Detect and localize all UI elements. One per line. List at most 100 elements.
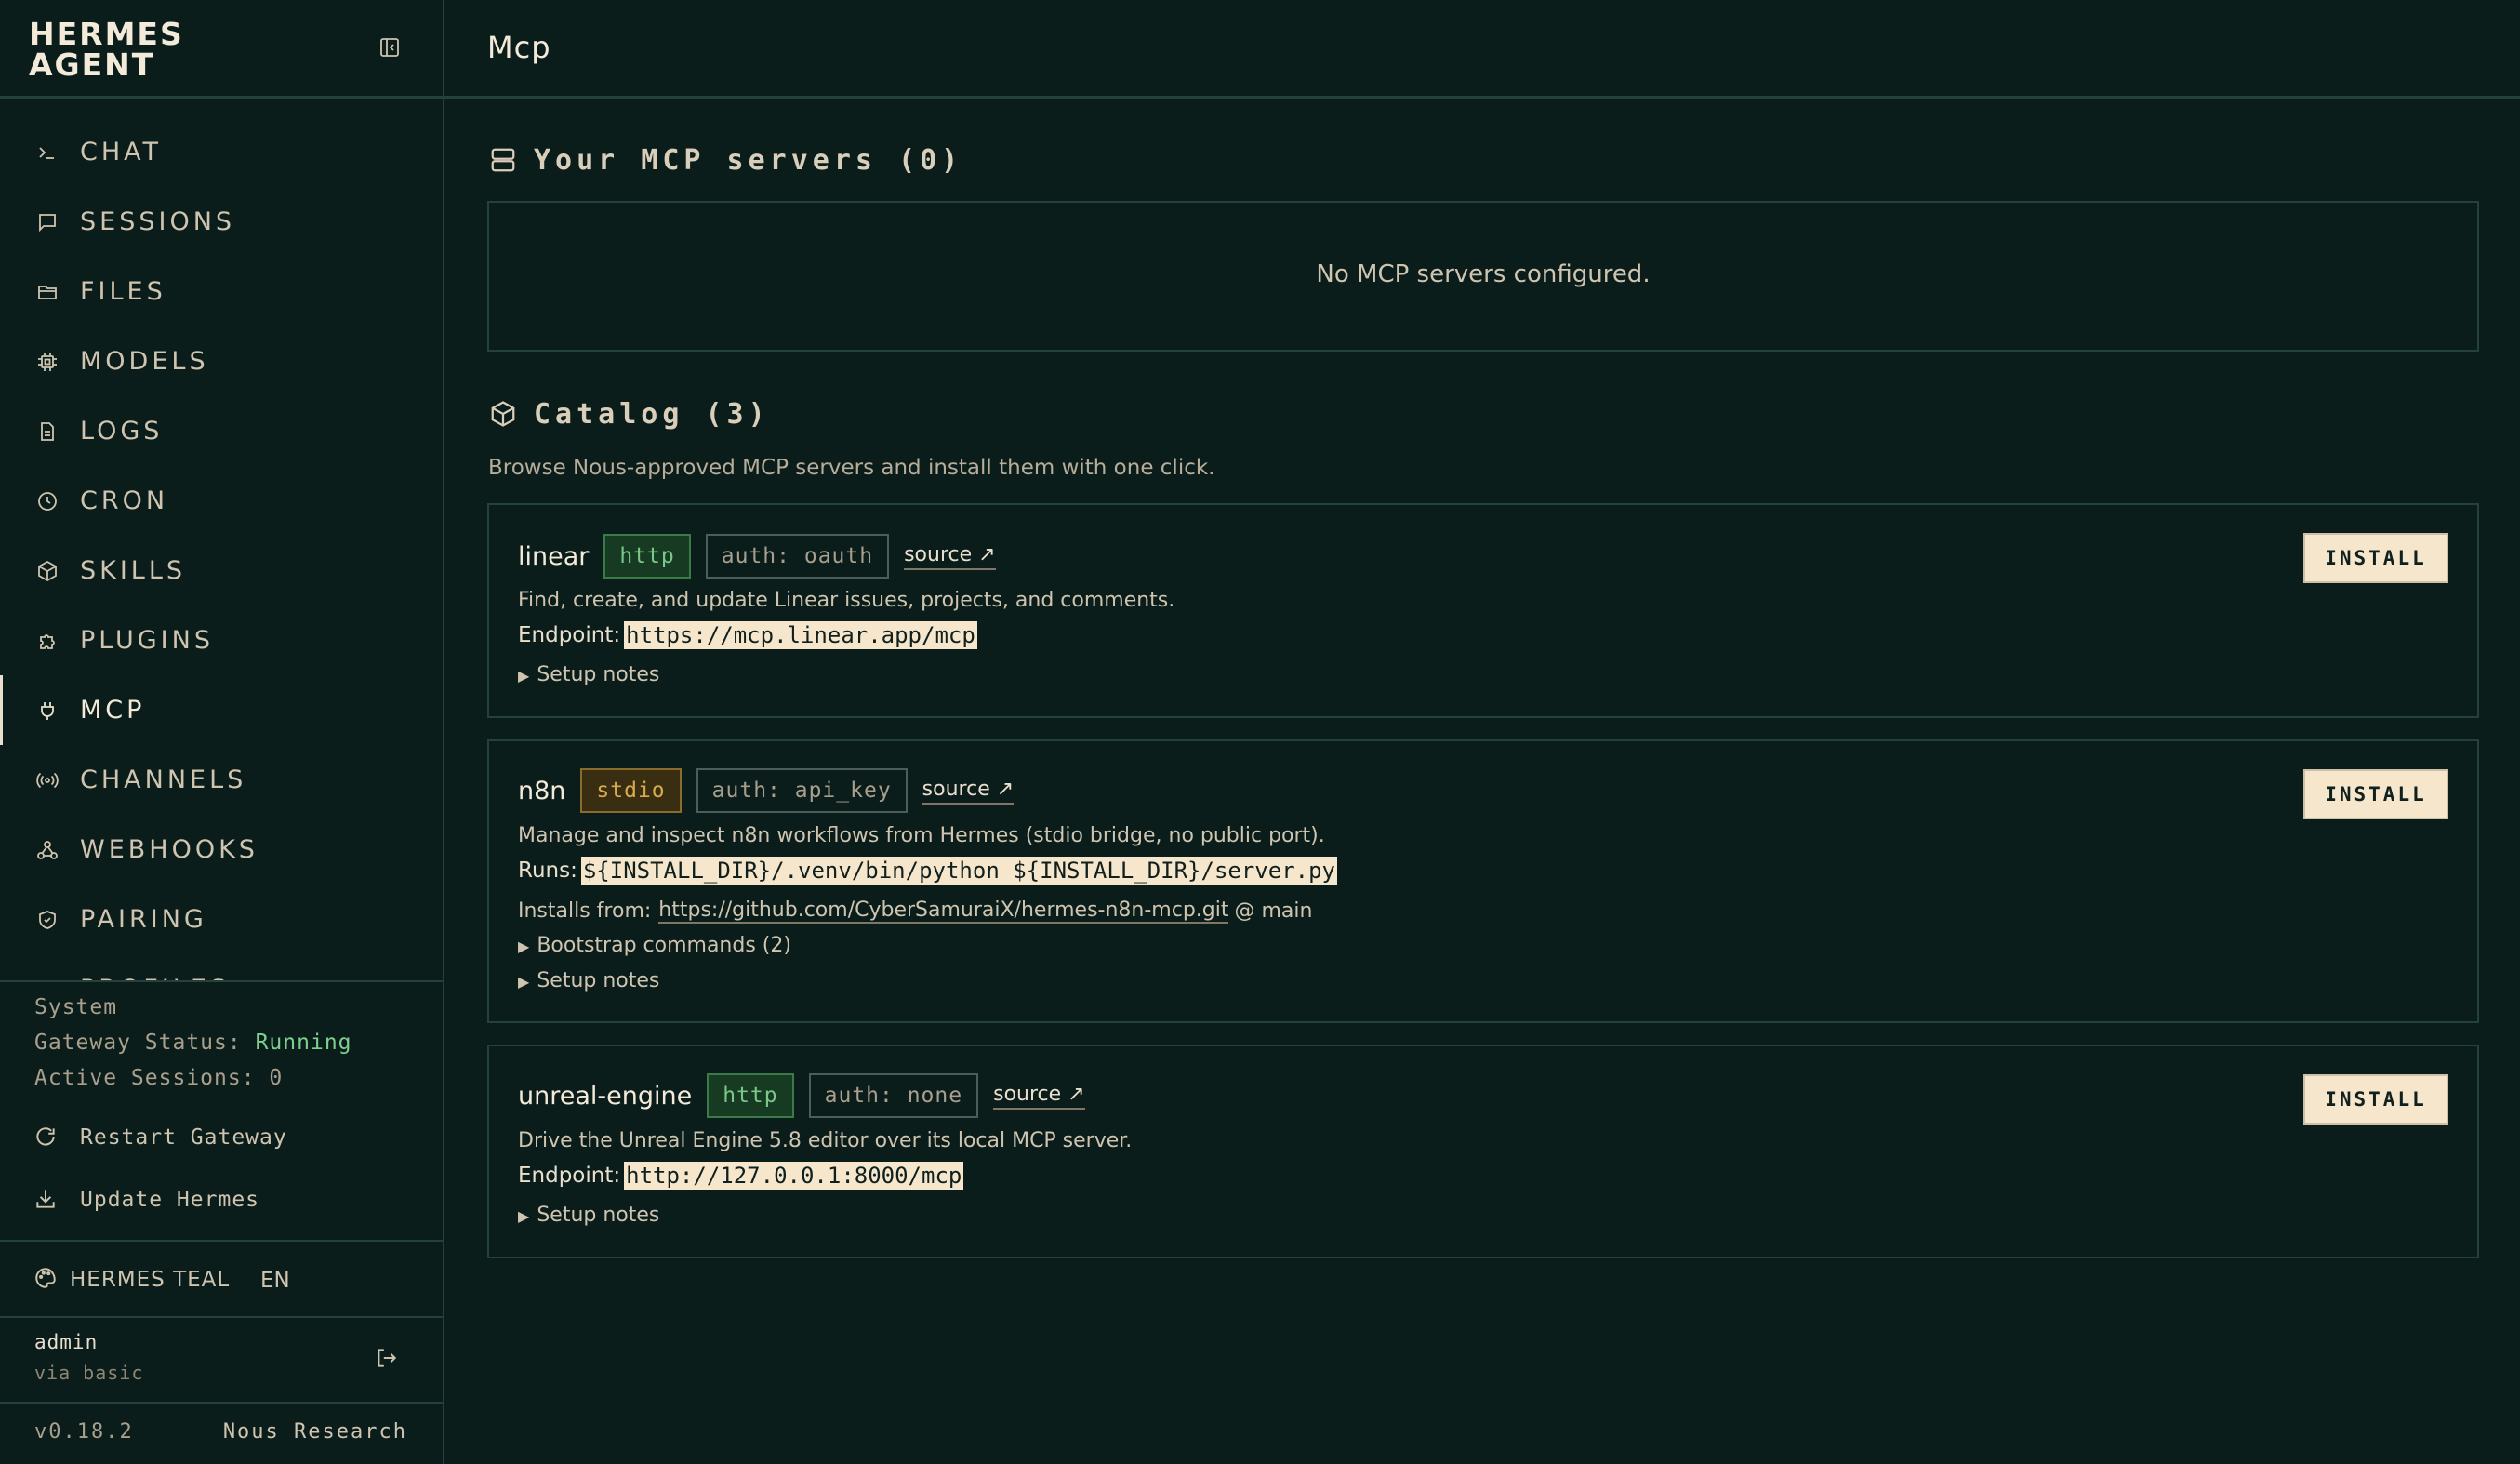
refresh-icon bbox=[33, 1125, 61, 1152]
install-button[interactable]: INSTALL bbox=[2303, 769, 2448, 819]
package-icon bbox=[487, 398, 519, 430]
auth-badge: auth: api_key bbox=[696, 768, 908, 813]
logout-button[interactable] bbox=[374, 1346, 402, 1374]
user-auth-method: via basic bbox=[34, 1362, 144, 1384]
servers-heading: Your MCP servers (0) bbox=[534, 143, 963, 177]
install-button[interactable]: INSTALL bbox=[2303, 533, 2448, 583]
sidebar-item-channels[interactable]: CHANNELS bbox=[0, 745, 443, 815]
sidebar-item-label: SESSIONS bbox=[80, 207, 236, 236]
sidebar-item-label: PAIRING bbox=[80, 905, 207, 934]
terminal-icon bbox=[33, 139, 61, 166]
sidebar-item-skills[interactable]: SKILLS bbox=[0, 536, 443, 606]
sidebar-item-label: LOGS bbox=[80, 417, 164, 446]
transport-badge: stdio bbox=[580, 768, 682, 813]
bootstrap-commands-toggle[interactable]: ▶ Bootstrap commands (2) bbox=[518, 934, 791, 957]
setup-notes-toggle[interactable]: ▶ Setup notes bbox=[518, 663, 659, 686]
source-link[interactable]: source ↗ bbox=[993, 1083, 1085, 1110]
servers-empty-state: No MCP servers configured. bbox=[487, 201, 2479, 352]
sidebar-item-label: MCP bbox=[80, 696, 146, 725]
broadcast-icon bbox=[33, 766, 61, 794]
sidebar-item-files[interactable]: FILES bbox=[0, 257, 443, 326]
catalog-card-unreal-engine: unreal-engine http auth: none source ↗ D… bbox=[487, 1045, 2479, 1258]
setup-notes-toggle[interactable]: ▶ Setup notes bbox=[518, 1204, 659, 1227]
download-icon bbox=[33, 1187, 61, 1215]
source-link[interactable]: source ↗ bbox=[922, 778, 1015, 805]
brand-line-2: AGENT bbox=[29, 47, 155, 83]
sidebar-item-label: PLUGINS bbox=[80, 626, 214, 655]
bootstrap-commands-label: Bootstrap commands (2) bbox=[537, 934, 791, 957]
source-link[interactable]: source ↗ bbox=[904, 543, 996, 570]
server-name: n8n bbox=[518, 776, 566, 805]
endpoint-value: http://127.0.0.1:8000/mcp bbox=[624, 1162, 964, 1190]
catalog-card-n8n: n8n stdio auth: api_key source ↗ Manage … bbox=[487, 739, 2479, 1023]
sidebar-item-label: SKILLS bbox=[80, 556, 187, 585]
sidebar-item-label: CHAT bbox=[80, 138, 163, 166]
language-switcher[interactable]: EN bbox=[260, 1269, 290, 1293]
installs-from-ref: @ main bbox=[1234, 899, 1313, 923]
gateway-status-value: Running bbox=[255, 1031, 352, 1055]
server-description: Find, create, and update Linear issues, … bbox=[518, 589, 1175, 612]
sidebar-item-sessions[interactable]: SESSIONS bbox=[0, 187, 443, 257]
user-row: admin via basic bbox=[0, 1318, 443, 1404]
catalog-section-header: Catalog (3) bbox=[487, 395, 770, 433]
installs-from-link[interactable]: https://github.com/CyberSamuraiX/hermes-… bbox=[658, 898, 1229, 924]
logout-icon bbox=[378, 1349, 397, 1367]
sidebar-item-mcp[interactable]: MCP bbox=[0, 675, 443, 745]
sidebar-item-cron[interactable]: CRON bbox=[0, 466, 443, 536]
document-icon bbox=[33, 418, 61, 446]
sidebar-item-chat[interactable]: CHAT bbox=[0, 117, 443, 187]
endpoint-label: Endpoint: bbox=[518, 623, 621, 647]
active-sessions-label: Active Sessions: bbox=[34, 1066, 256, 1090]
sidebar-item-plugins[interactable]: PLUGINS bbox=[0, 606, 443, 675]
sidebar-collapse-icon bbox=[380, 38, 399, 57]
active-sessions: Active Sessions: 0 bbox=[34, 1066, 283, 1090]
sidebar-nav: CHAT SESSIONS FILES MODELS LOGS CRON SKI… bbox=[0, 99, 443, 982]
sidebar-item-logs[interactable]: LOGS bbox=[0, 396, 443, 466]
brand-header: HERMES AGENT bbox=[0, 0, 443, 99]
endpoint-row: Endpoint: http://127.0.0.1:8000/mcp bbox=[518, 1162, 964, 1190]
setup-notes-toggle[interactable]: ▶ Setup notes bbox=[518, 969, 659, 992]
restart-gateway-button[interactable]: Restart Gateway bbox=[0, 1112, 443, 1165]
update-hermes-button[interactable]: Update Hermes bbox=[0, 1175, 443, 1227]
theme-switcher[interactable]: HERMES TEAL bbox=[70, 1268, 230, 1292]
brand-logo[interactable]: HERMES AGENT bbox=[29, 19, 184, 80]
sidebar-item-webhooks[interactable]: WEBHOOKS bbox=[0, 815, 443, 885]
runs-row: Runs: ${INSTALL_DIR}/.venv/bin/python ${… bbox=[518, 857, 1337, 885]
folder-icon bbox=[33, 278, 61, 306]
theme-row: HERMES TEAL EN bbox=[0, 1240, 443, 1318]
catalog-heading: Catalog (3) bbox=[534, 397, 770, 431]
servers-section-header: Your MCP servers (0) bbox=[487, 141, 962, 179]
user-name: admin bbox=[34, 1331, 99, 1353]
catalog-subtitle: Browse Nous-approved MCP servers and ins… bbox=[488, 456, 1215, 480]
puzzle-icon bbox=[33, 627, 61, 655]
sidebar: HERMES AGENT CHAT SESSIONS FILES MODELS bbox=[0, 0, 444, 1464]
installs-from-label: Installs from: bbox=[518, 899, 652, 923]
runs-label: Runs: bbox=[518, 858, 577, 883]
auth-badge: auth: none bbox=[808, 1073, 979, 1118]
palette-icon bbox=[33, 1266, 61, 1294]
chat-bubble-icon bbox=[33, 208, 61, 236]
setup-notes-label: Setup notes bbox=[537, 663, 660, 686]
server-description: Drive the Unreal Engine 5.8 editor over … bbox=[518, 1129, 1133, 1152]
auth-badge: auth: oauth bbox=[705, 534, 890, 579]
runs-command: ${INSTALL_DIR}/.venv/bin/python ${INSTAL… bbox=[580, 857, 1337, 885]
disclosure-triangle-icon: ▶ bbox=[518, 1207, 530, 1225]
update-hermes-label: Update Hermes bbox=[80, 1188, 260, 1212]
transport-badge: http bbox=[603, 534, 691, 579]
disclosure-triangle-icon: ▶ bbox=[518, 973, 530, 991]
disclosure-triangle-icon: ▶ bbox=[518, 667, 530, 685]
chip-icon bbox=[33, 348, 61, 376]
sidebar-item-label: CRON bbox=[80, 486, 169, 515]
catalog-card-linear: linear http auth: oauth source ↗ Find, c… bbox=[487, 503, 2479, 718]
vendor-link[interactable]: Nous Research bbox=[223, 1420, 407, 1444]
card-header: n8n stdio auth: api_key source ↗ bbox=[518, 768, 1015, 813]
system-panel: System Gateway Status: Running Active Se… bbox=[0, 980, 443, 1241]
sidebar-item-pairing[interactable]: PAIRING bbox=[0, 885, 443, 954]
install-button[interactable]: INSTALL bbox=[2303, 1074, 2448, 1125]
sidebar-collapse-button[interactable] bbox=[376, 33, 404, 61]
sidebar-item-profiles[interactable]: PROFILES bbox=[0, 954, 443, 982]
sidebar-item-models[interactable]: MODELS bbox=[0, 326, 443, 396]
sidebar-item-label: CHANNELS bbox=[80, 765, 247, 794]
endpoint-row: Endpoint: https://mcp.linear.app/mcp bbox=[518, 621, 977, 649]
server-icon bbox=[487, 144, 519, 176]
